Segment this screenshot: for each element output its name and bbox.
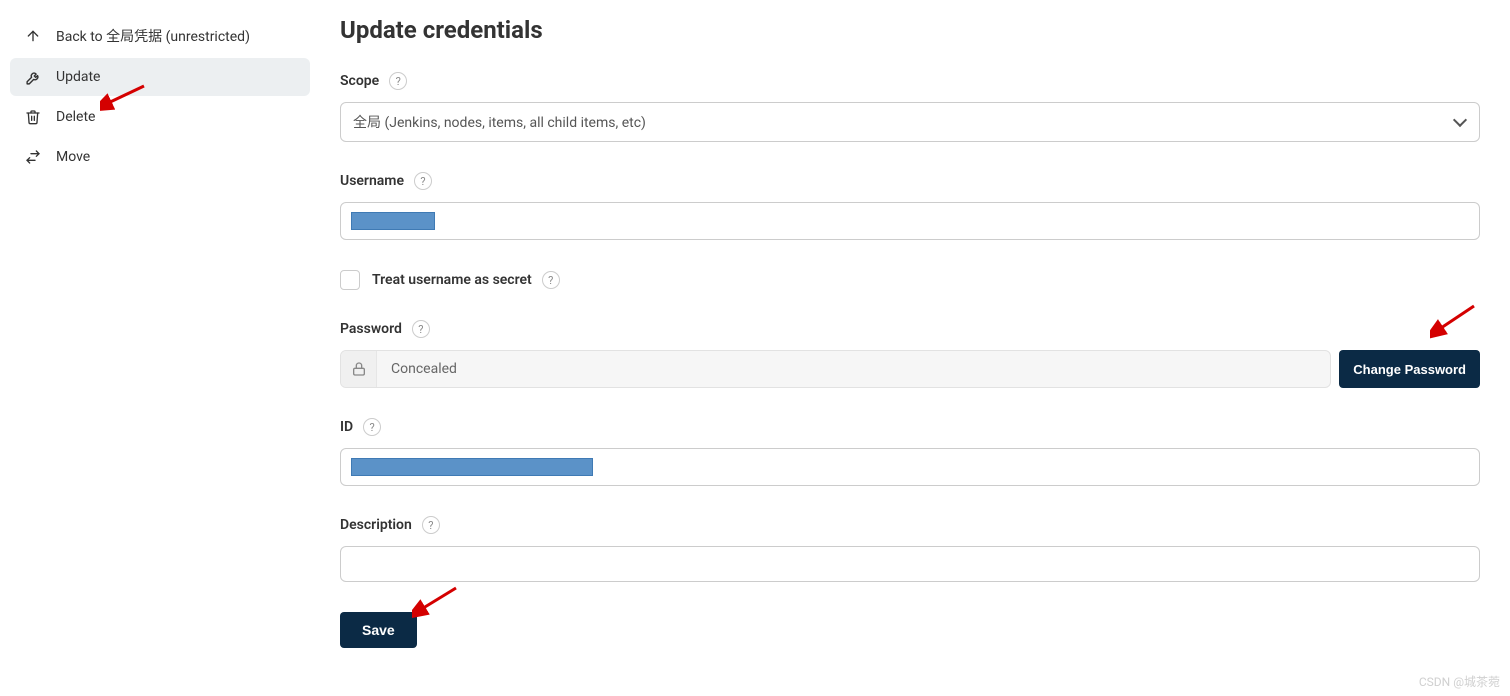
username-label: Username	[340, 173, 404, 189]
help-icon[interactable]: ?	[412, 320, 430, 338]
wrench-icon	[24, 68, 42, 86]
help-icon[interactable]: ?	[414, 172, 432, 190]
help-icon[interactable]: ?	[363, 418, 381, 436]
sidebar: Back to 全局凭据 (unrestricted) Update Delet…	[0, 8, 320, 688]
delete-label: Delete	[56, 109, 95, 125]
username-row: Username ?	[340, 172, 1480, 240]
sidebar-item-delete[interactable]: Delete	[10, 98, 310, 136]
help-icon[interactable]: ?	[389, 72, 407, 90]
lock-icon	[341, 351, 377, 387]
password-field: Concealed	[340, 350, 1331, 388]
move-label: Move	[56, 149, 90, 165]
main-content: Update credentials Scope ? 全局 (Jenkins, …	[320, 8, 1500, 688]
password-value: Concealed	[377, 361, 471, 377]
scope-row: Scope ? 全局 (Jenkins, nodes, items, all c…	[340, 72, 1480, 142]
sidebar-item-update[interactable]: Update	[10, 58, 310, 96]
description-input[interactable]	[340, 546, 1480, 582]
treat-secret-checkbox[interactable]	[340, 270, 360, 290]
back-label: Back to 全局凭据 (unrestricted)	[56, 26, 250, 46]
username-input[interactable]	[340, 202, 1480, 240]
update-label: Update	[56, 69, 100, 85]
help-icon[interactable]: ?	[542, 271, 560, 289]
arrow-up-icon	[24, 27, 42, 45]
save-button[interactable]: Save	[340, 612, 417, 648]
sidebar-item-move[interactable]: Move	[10, 138, 310, 176]
change-password-button[interactable]: Change Password	[1339, 350, 1480, 388]
username-redacted	[351, 212, 435, 230]
password-label: Password	[340, 321, 402, 337]
id-label: ID	[340, 419, 353, 435]
trash-icon	[24, 108, 42, 126]
back-link[interactable]: Back to 全局凭据 (unrestricted)	[10, 16, 310, 56]
id-redacted	[351, 458, 593, 476]
description-row: Description ?	[340, 516, 1480, 582]
scope-select[interactable]: 全局 (Jenkins, nodes, items, all child ite…	[340, 102, 1480, 142]
treat-secret-row: Treat username as secret ?	[340, 270, 1480, 290]
treat-secret-label: Treat username as secret	[372, 272, 532, 288]
scope-label: Scope	[340, 73, 379, 89]
help-icon[interactable]: ?	[422, 516, 440, 534]
id-row: ID ?	[340, 418, 1480, 486]
page-title: Update credentials	[340, 16, 1480, 44]
id-input[interactable]	[340, 448, 1480, 486]
description-label: Description	[340, 517, 412, 533]
password-row: Password ? Concealed Change Password	[340, 320, 1480, 388]
scope-value: 全局 (Jenkins, nodes, items, all child ite…	[353, 115, 646, 131]
swap-icon	[24, 148, 42, 166]
